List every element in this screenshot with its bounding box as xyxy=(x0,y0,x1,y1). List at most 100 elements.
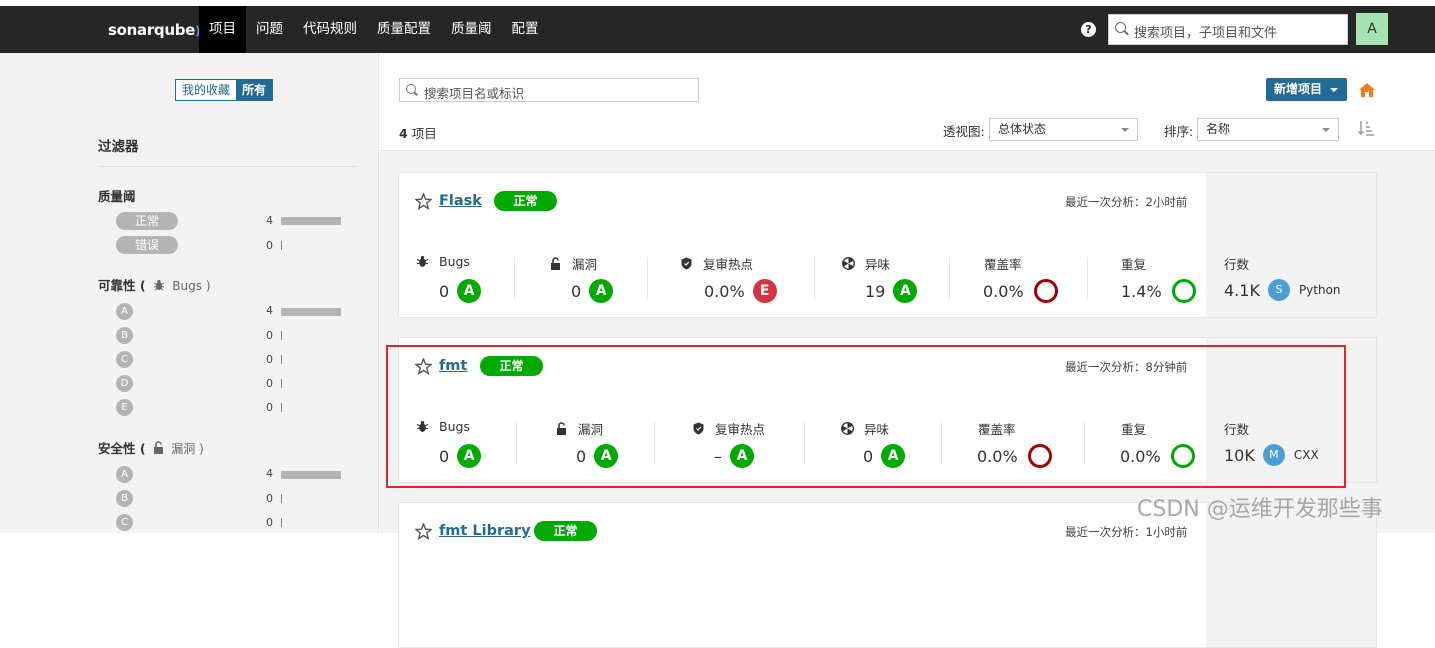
metric-code-smells[interactable]: 19 A xyxy=(865,279,918,303)
facet-bar xyxy=(281,403,282,412)
top-navbar: sonarqube)) 项目 问题 代码规则 质量配置 质量阈 配置 ? 搜索项… xyxy=(0,6,1435,53)
facet-bar xyxy=(281,308,341,316)
metric-lines-label: 行数 xyxy=(1224,257,1250,272)
sort-select[interactable]: 名称 xyxy=(1197,118,1339,141)
nav-administration[interactable]: 配置 xyxy=(502,6,549,53)
facet-qg-failed[interactable]: 错误 xyxy=(116,236,178,254)
user-avatar[interactable]: A xyxy=(1356,13,1388,45)
facet-reliability-a[interactable]: A xyxy=(116,303,133,320)
perspective-select[interactable]: 总体状态 xyxy=(989,118,1138,141)
facet-bar xyxy=(281,379,282,388)
main-nav: 项目 问题 代码规则 质量配置 质量阈 配置 xyxy=(199,6,549,53)
duplication-ring-icon xyxy=(1171,279,1196,303)
divider xyxy=(98,166,358,167)
divider xyxy=(1087,257,1088,299)
facet-security-a[interactable]: A xyxy=(116,466,133,483)
facet-count: 0 xyxy=(266,239,273,252)
toggle-all[interactable]: 所有 xyxy=(236,80,273,100)
perspective-label: 透视图: xyxy=(943,124,985,139)
language-badge: S xyxy=(1267,279,1290,301)
rating-badge: E xyxy=(752,279,777,303)
nav-quality-profiles[interactable]: 质量配置 xyxy=(367,6,441,53)
metric-lines: 4.1K S Python xyxy=(1224,279,1341,301)
nav-projects[interactable]: 项目 xyxy=(199,6,246,53)
divider xyxy=(647,257,648,299)
facet-reliability-c[interactable]: C xyxy=(116,351,133,368)
facet-bar xyxy=(281,241,282,250)
metric-hotspot-label: 复审热点 xyxy=(680,254,753,273)
facet-reliability-d[interactable]: D xyxy=(116,375,133,392)
metric-vulnerabilities[interactable]: 0A xyxy=(571,279,614,303)
caret-down-icon xyxy=(1322,128,1330,132)
filters-title: 过滤器 xyxy=(98,139,139,155)
watermark: CSDN @运维开发那些事 xyxy=(1137,497,1383,522)
star-icon[interactable] xyxy=(415,523,432,540)
facet-security-b[interactable]: B xyxy=(116,490,133,507)
facet-count: 4 xyxy=(266,467,273,480)
project-name-link[interactable]: Flask xyxy=(439,193,482,209)
facet-bar xyxy=(281,217,341,225)
project-search-placeholder: 搜索项目名或标识 xyxy=(424,86,525,101)
facet-reliability-title: 可靠性 ( Bugs ) xyxy=(98,278,211,293)
rating-badge: A xyxy=(893,279,918,303)
nav-rules[interactable]: 代码规则 xyxy=(293,6,367,53)
bug-icon xyxy=(153,279,165,291)
new-project-button[interactable]: 新增项目 xyxy=(1266,78,1347,101)
nav-quality-gates[interactable]: 质量阈 xyxy=(441,6,502,53)
help-icon[interactable]: ? xyxy=(1081,22,1096,37)
metric-coverage-label: 覆盖率 xyxy=(984,257,1022,272)
facet-count: 0 xyxy=(266,492,273,505)
caret-down-icon xyxy=(1330,88,1338,92)
metric-bugs-label: Bugs xyxy=(416,254,470,269)
sort-direction-icon[interactable] xyxy=(1357,119,1375,137)
facet-reliability-b[interactable]: B xyxy=(116,327,133,344)
facet-security-title: 安全性 ( 漏洞 ) xyxy=(98,441,204,456)
facet-count: 4 xyxy=(266,214,273,227)
facet-bar xyxy=(281,331,282,340)
language-name: Python xyxy=(1298,283,1341,297)
shield-icon xyxy=(681,257,692,270)
highlight-box xyxy=(386,345,1346,488)
facet-qg-passed[interactable]: 正常 xyxy=(116,212,178,230)
metric-coverage[interactable]: 0.0% xyxy=(983,279,1058,303)
lines-panel xyxy=(1206,503,1376,647)
filters-sidebar: 我的收藏 所有 过滤器 质量阈 正常 4 错误 0 可靠性 ( Bugs ) A… xyxy=(0,53,379,533)
metric-smell-label: 异味 xyxy=(842,254,890,273)
facet-bar xyxy=(281,494,282,503)
home-icon[interactable] xyxy=(1358,82,1376,98)
facet-bar xyxy=(281,471,341,479)
quality-gate-badge: 正常 xyxy=(534,521,597,541)
last-analysis: 最近一次分析：2小时前 xyxy=(1065,195,1188,209)
metric-duplications[interactable]: 1.4% xyxy=(1121,279,1196,303)
project-card-fmt-library: fmt Library 正常 最近一次分析：1小时前 xyxy=(398,502,1377,648)
sonarqube-logo[interactable]: sonarqube)) xyxy=(108,21,206,39)
facet-count: 0 xyxy=(266,516,273,529)
quality-gate-badge: 正常 xyxy=(494,191,557,211)
sort-label: 排序: xyxy=(1164,124,1194,139)
facet-bar xyxy=(281,355,282,364)
project-search-input[interactable]: 搜索项目名或标识 xyxy=(399,78,699,102)
metric-bugs[interactable]: 0A xyxy=(439,279,482,303)
toggle-favorites[interactable]: 我的收藏 xyxy=(176,80,237,100)
facet-count: 0 xyxy=(266,353,273,366)
search-icon xyxy=(1115,22,1126,33)
nav-issues[interactable]: 问题 xyxy=(246,6,293,53)
global-search-input[interactable]: 搜索项目，子项目和文件 xyxy=(1108,14,1348,45)
facet-reliability-e[interactable]: E xyxy=(116,399,133,416)
favorites-all-toggle: 我的收藏 所有 xyxy=(175,79,274,101)
divider xyxy=(814,257,815,299)
facet-count: 4 xyxy=(266,304,273,317)
star-icon[interactable] xyxy=(415,193,432,210)
bug-icon xyxy=(416,255,429,267)
code-smell-icon xyxy=(842,257,855,270)
project-name-link[interactable]: fmt Library xyxy=(439,523,531,539)
rating-badge: A xyxy=(457,279,482,303)
project-card-flask: Flask 正常 最近一次分析：2小时前 Bugs 0A 漏洞 0A 复审热点 … xyxy=(398,172,1377,318)
last-analysis: 最近一次分析：1小时前 xyxy=(1065,525,1188,539)
lock-icon xyxy=(153,441,163,454)
facet-security-c[interactable]: C xyxy=(116,514,133,531)
divider xyxy=(949,257,950,299)
metric-hotspots[interactable]: 0.0% E xyxy=(704,279,777,303)
facet-bar xyxy=(281,518,282,527)
coverage-ring-icon xyxy=(1033,279,1058,303)
